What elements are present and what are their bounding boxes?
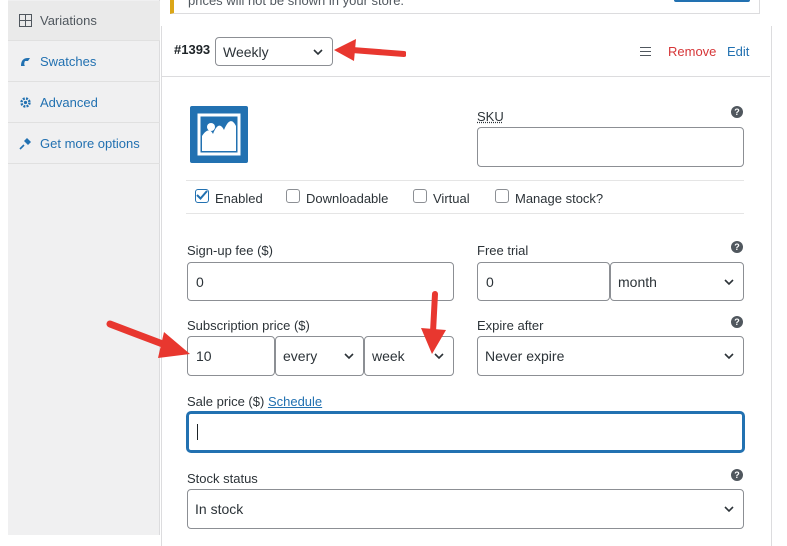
signup-fee-input[interactable]: 0 (187, 262, 454, 301)
sku-label: SKU (477, 109, 504, 124)
sku-help-icon[interactable]: ? (731, 106, 743, 118)
plug-icon (18, 137, 32, 151)
free-trial-period-select[interactable]: month (610, 262, 744, 301)
sidebar-item-label: Variations (40, 13, 97, 28)
free-trial-label: Free trial (477, 243, 528, 258)
notice-button[interactable] (674, 0, 750, 2)
stock-status-select[interactable]: In stock (187, 489, 744, 529)
free-trial-period-value: month (618, 274, 657, 290)
variation-image-placeholder[interactable] (190, 106, 248, 163)
schedule-link[interactable]: Schedule (268, 394, 322, 409)
billing-interval-select[interactable]: every (275, 336, 364, 376)
sidebar-item-label: Get more options (40, 136, 140, 151)
remove-variation-link[interactable]: Remove (668, 44, 716, 59)
signup-fee-label: Sign-up fee ($) (187, 243, 273, 258)
annotation-arrow-icon (418, 290, 452, 356)
notice-text: prices will not be shown in your store. (188, 0, 404, 8)
downloadable-label: Downloadable (306, 191, 388, 206)
stock-status-value: In stock (195, 501, 243, 517)
virtual-label: Virtual (433, 191, 470, 206)
stock-status-help-icon[interactable]: ? (731, 469, 743, 481)
expire-after-value: Never expire (485, 348, 564, 364)
edit-variation-link[interactable]: Edit (727, 44, 749, 59)
stock-status-label: Stock status (187, 471, 258, 486)
variation-id: #1393 (174, 42, 210, 57)
expire-after-select[interactable]: Never expire (477, 336, 744, 376)
manage-stock-label: Manage stock? (515, 191, 603, 206)
sale-price-label-row: Sale price ($) Schedule (187, 394, 322, 409)
sidebar-edge (0, 0, 8, 535)
billing-period-value: week (372, 348, 405, 364)
subscription-price-label: Subscription price ($) (187, 318, 310, 333)
enabled-label: Enabled (215, 191, 263, 206)
checkbox-row-bottom-border (186, 213, 744, 214)
sidebar-item-label: Swatches (40, 54, 96, 69)
free-trial-help-icon[interactable]: ? (731, 241, 743, 253)
enabled-checkbox[interactable] (195, 189, 209, 203)
drag-handle-icon[interactable] (640, 47, 651, 56)
image-icon (190, 106, 248, 163)
chevron-down-icon (312, 46, 324, 58)
grid-icon (18, 14, 32, 28)
billing-interval-value: every (283, 348, 317, 364)
signup-fee-value: 0 (196, 274, 204, 290)
sidebar-item-variations[interactable]: Variations (8, 1, 160, 41)
header-divider (161, 76, 770, 77)
text-cursor (197, 424, 198, 440)
subscription-price-input[interactable]: 10 (187, 336, 275, 376)
manage-stock-checkbox[interactable] (495, 189, 509, 203)
annotation-arrow-icon (330, 36, 406, 68)
expire-after-help-icon[interactable]: ? (731, 316, 743, 328)
subscription-price-value: 10 (196, 348, 212, 364)
gear-icon (18, 96, 32, 110)
chevron-down-icon (343, 350, 355, 362)
pricing-notice: prices will not be shown in your store. (170, 0, 760, 14)
checkbox-row-top-border (186, 180, 744, 181)
variation-attribute-select[interactable]: Weekly (215, 37, 333, 66)
virtual-checkbox[interactable] (413, 189, 427, 203)
sidebar-item-label: Advanced (40, 95, 98, 110)
sidebar-item-advanced[interactable]: Advanced (8, 83, 160, 123)
annotation-arrow-icon (106, 318, 192, 362)
chevron-down-icon (723, 350, 735, 362)
sale-price-label: Sale price ($) (187, 394, 264, 409)
chevron-down-icon (723, 503, 735, 515)
checkmark-icon (195, 188, 209, 202)
expire-after-label: Expire after (477, 318, 543, 333)
sidebar-item-get-more-options[interactable]: Get more options (8, 124, 160, 164)
swatches-icon (18, 55, 32, 69)
free-trial-value: 0 (486, 274, 494, 290)
sidebar-item-swatches[interactable]: Swatches (8, 42, 160, 82)
sku-input[interactable] (477, 127, 744, 167)
downloadable-checkbox[interactable] (286, 189, 300, 203)
free-trial-length-input[interactable]: 0 (477, 262, 610, 301)
chevron-down-icon (723, 276, 735, 288)
sale-price-input[interactable] (187, 412, 744, 452)
attribute-value: Weekly (223, 44, 269, 60)
